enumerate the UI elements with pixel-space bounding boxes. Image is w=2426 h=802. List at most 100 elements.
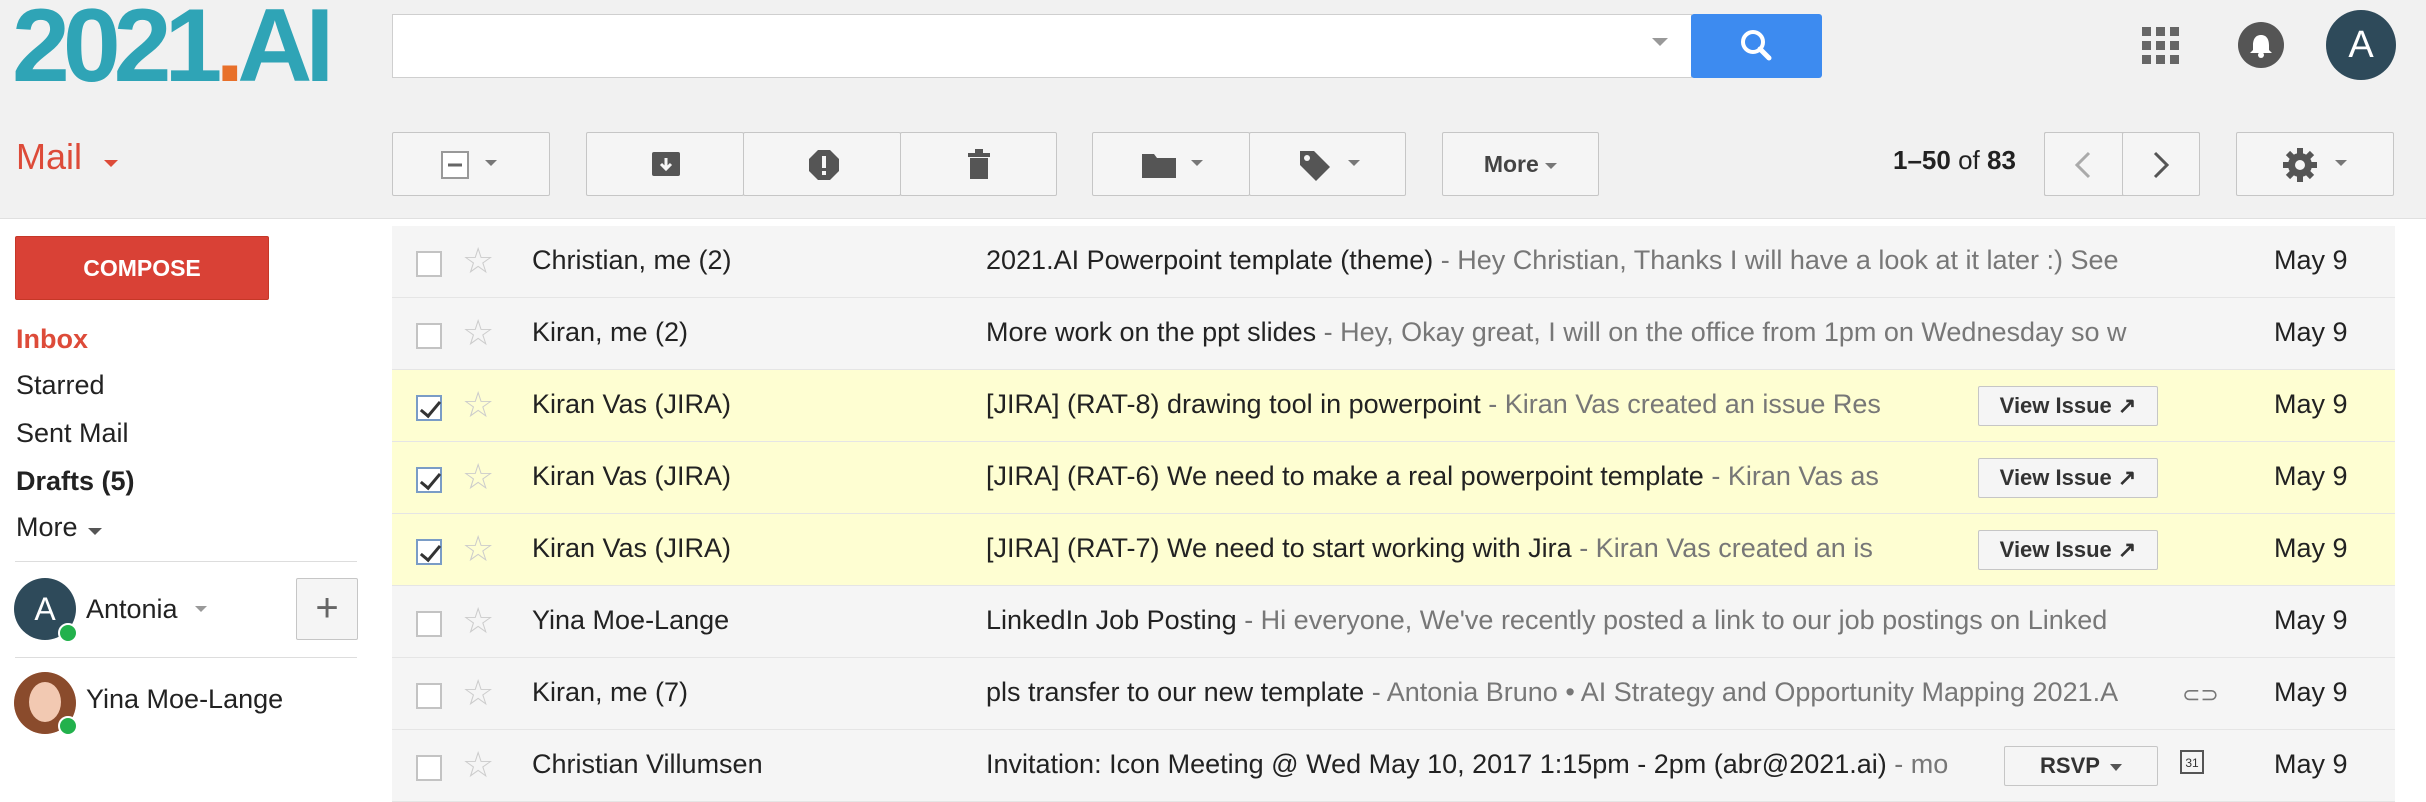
online-status-icon xyxy=(58,623,78,643)
email-subject: pls transfer to our new template xyxy=(986,677,1365,707)
contact-name[interactable]: Yina Moe-Lange xyxy=(86,684,283,715)
email-date: May 9 xyxy=(2274,605,2348,635)
email-row[interactable]: ☆ Kiran Vas (JIRA) [JIRA] (RAT-7) We need … xyxy=(392,514,2395,586)
chevron-down-icon xyxy=(1348,160,1360,166)
email-snippet: - Hey Christian, Thanks I will have a lo… xyxy=(1433,245,2119,275)
email-date: May 9 xyxy=(2274,677,2348,707)
row-checkbox[interactable] xyxy=(416,539,442,565)
email-subject-line: Invitation: Icon Meeting @ Wed May 10, 2… xyxy=(986,749,1996,780)
newer-button[interactable] xyxy=(2044,132,2123,196)
account-avatar[interactable]: A xyxy=(2326,10,2396,80)
gear-icon xyxy=(2283,148,2317,182)
search-input[interactable] xyxy=(392,14,1692,78)
email-subject: More work on the ppt slides xyxy=(986,317,1317,347)
email-snippet: - Hey, Okay great, I will on the office … xyxy=(1316,317,2127,347)
view-issue-button[interactable]: View Issue ↗ xyxy=(1978,386,2158,426)
email-sender: Kiran Vas (JIRA) xyxy=(532,389,732,419)
delete-button[interactable] xyxy=(900,132,1057,196)
select-all-button[interactable] xyxy=(392,132,550,196)
report-spam-icon xyxy=(809,150,839,180)
mail-app-switcher[interactable]: Mail xyxy=(16,136,82,178)
sidebar-item-sent-mail[interactable]: Sent Mail xyxy=(16,418,129,449)
row-checkbox[interactable] xyxy=(416,611,442,637)
email-date: May 9 xyxy=(2274,389,2348,419)
view-issue-button[interactable]: View Issue ↗ xyxy=(1978,458,2158,498)
chevron-down-icon[interactable] xyxy=(88,528,102,535)
email-date: May 9 xyxy=(2274,533,2348,563)
brand-logo[interactable]: 2021.AI xyxy=(12,0,334,98)
email-subject: [JIRA] (RAT-6) We need to make a real po… xyxy=(986,461,1704,491)
move-to-button[interactable] xyxy=(1092,132,1250,196)
chevron-right-icon xyxy=(2153,151,2170,179)
email-row[interactable]: ☆ Kiran Vas (JIRA) [JIRA] (RAT-6) We need … xyxy=(392,442,2395,514)
email-row[interactable]: ☆ Kiran, me (2) More work on the ppt slide… xyxy=(392,298,2395,370)
row-checkbox[interactable] xyxy=(416,251,442,277)
calendar-icon: 31 xyxy=(2180,750,2204,774)
chevron-down-icon[interactable] xyxy=(104,160,118,167)
email-subject-line: [JIRA] (RAT-7) We need to start working … xyxy=(986,533,1970,564)
new-hangout-button[interactable]: + xyxy=(296,578,358,640)
older-button[interactable] xyxy=(2122,132,2200,196)
star-icon[interactable]: ☆ xyxy=(462,457,494,497)
email-subject-line: 2021.AI Powerpoint template (theme) - He… xyxy=(986,245,2186,276)
chevron-down-icon[interactable] xyxy=(195,606,207,612)
labels-button[interactable] xyxy=(1249,132,1406,196)
hangouts-account-name[interactable]: Antonia xyxy=(86,594,178,625)
chevron-down-icon xyxy=(485,160,497,166)
email-date: May 9 xyxy=(2274,749,2348,779)
apps-grid-icon[interactable] xyxy=(2142,27,2180,65)
email-row[interactable]: ☆ Christian, me (2) 2021.AI Powerpoint tem… xyxy=(392,226,2395,298)
row-checkbox[interactable] xyxy=(416,395,442,421)
row-checkbox[interactable] xyxy=(416,755,442,781)
row-checkbox[interactable] xyxy=(416,323,442,349)
star-icon[interactable]: ☆ xyxy=(462,313,494,353)
report-spam-button[interactable] xyxy=(743,132,901,196)
star-icon[interactable]: ☆ xyxy=(462,601,494,641)
sidebar-item-drafts[interactable]: Drafts (5) xyxy=(16,466,135,497)
star-icon[interactable]: ☆ xyxy=(462,745,494,785)
email-row[interactable]: ☆ Christian Villumsen Invitation: Icon Mee… xyxy=(392,730,2395,802)
star-icon[interactable]: ☆ xyxy=(462,241,494,281)
email-snippet: - Antonia Bruno • AI Strategy and Opport… xyxy=(1364,677,2119,707)
archive-button[interactable] xyxy=(586,132,744,196)
logo-main: 2021 xyxy=(12,0,222,104)
email-date: May 9 xyxy=(2274,461,2348,491)
action-label: RSVP xyxy=(2040,753,2100,778)
row-checkbox[interactable] xyxy=(416,467,442,493)
notifications-button[interactable] xyxy=(2238,22,2284,68)
email-row[interactable]: ☆ Kiran, me (7) pls transfer to our new te… xyxy=(392,658,2395,730)
trash-icon xyxy=(968,149,990,179)
view-issue-button[interactable]: View Issue ↗ xyxy=(1978,530,2158,570)
sidebar-item-starred[interactable]: Starred xyxy=(16,370,105,401)
action-label: View Issue ↗ xyxy=(1999,393,2137,418)
sidebar-item-more[interactable]: More xyxy=(16,512,78,543)
paperclip-icon: ⊂⊃ xyxy=(2182,682,2219,707)
sidebar-item-inbox[interactable]: Inbox xyxy=(16,324,88,355)
star-icon[interactable]: ☆ xyxy=(462,529,494,569)
email-row[interactable]: ☆ Yina Moe-Lange LinkedIn Job Posting - Hi… xyxy=(392,586,2395,658)
chevron-down-icon xyxy=(2109,763,2122,771)
email-snippet: - Hi everyone, We've recently posted a l… xyxy=(1236,605,2108,635)
sidebar-divider xyxy=(15,561,357,562)
email-row[interactable]: ☆ Kiran Vas (JIRA) [JIRA] (RAT-8) drawing … xyxy=(392,370,2395,442)
bell-icon xyxy=(2250,35,2272,58)
email-sender: Kiran Vas (JIRA) xyxy=(532,461,732,491)
row-checkbox[interactable] xyxy=(416,683,442,709)
email-sender: Kiran, me (7) xyxy=(532,677,689,707)
settings-button[interactable] xyxy=(2236,132,2394,196)
chevron-down-icon xyxy=(1545,162,1558,169)
search-options-chevron-icon[interactable] xyxy=(1652,38,1668,46)
star-icon[interactable]: ☆ xyxy=(462,673,494,713)
compose-button[interactable]: COMPOSE xyxy=(15,236,269,300)
action-label: View Issue ↗ xyxy=(1999,537,2137,562)
email-sender: Christian, me (2) xyxy=(532,245,732,275)
email-subject: Invitation: Icon Meeting @ Wed May 10, 2… xyxy=(986,749,1887,779)
search-button[interactable] xyxy=(1691,14,1822,78)
email-date: May 9 xyxy=(2274,317,2348,347)
rsvp-button[interactable]: RSVP xyxy=(2004,746,2158,786)
more-actions-button[interactable]: More xyxy=(1442,132,1599,196)
star-icon[interactable]: ☆ xyxy=(462,385,494,425)
archive-icon xyxy=(652,152,680,176)
email-subject-line: More work on the ppt slides - Hey, Okay … xyxy=(986,317,2186,348)
chevron-left-icon xyxy=(2074,151,2091,179)
